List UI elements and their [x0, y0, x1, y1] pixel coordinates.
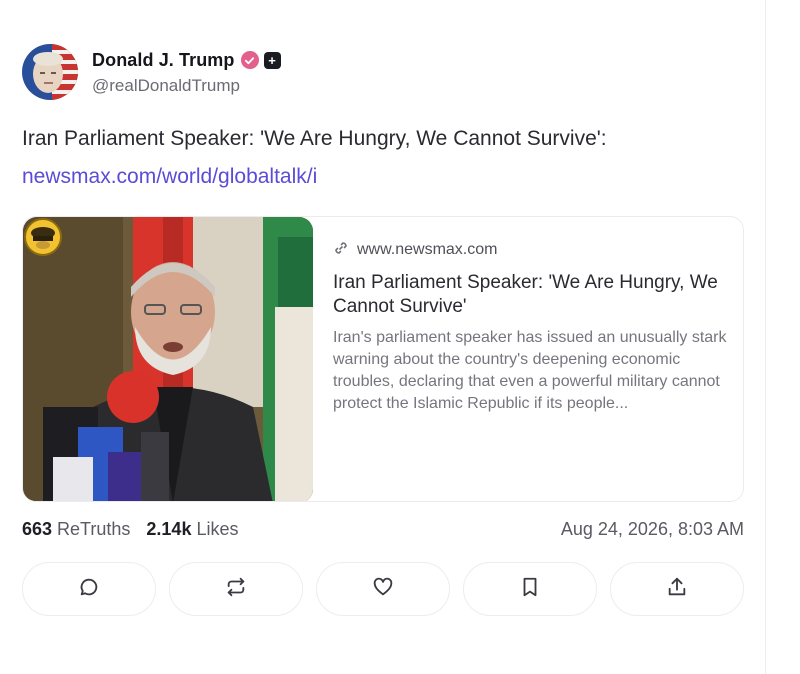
link-domain: www.newsmax.com	[357, 241, 498, 258]
retruth-button[interactable]	[169, 562, 303, 616]
share-button[interactable]	[610, 562, 744, 616]
action-bar	[22, 562, 744, 618]
post-card: Donald J. Trump + @realDonaldTrump Iran …	[0, 0, 766, 674]
bookmark-button[interactable]	[463, 562, 597, 616]
handle[interactable]: @realDonaldTrump	[92, 76, 281, 96]
overlay-avatar-icon	[23, 217, 63, 257]
domain-row: www.newsmax.com	[333, 239, 728, 261]
link-description: Iran's parliament speaker has issued an …	[333, 329, 727, 412]
name-row: Donald J. Trump +	[92, 48, 281, 72]
link-preview-image	[23, 217, 313, 501]
link-preview-body: www.newsmax.com Iran Parliament Speaker:…	[333, 239, 728, 415]
link-preview-card[interactable]: www.newsmax.com Iran Parliament Speaker:…	[22, 216, 744, 502]
heart-icon	[372, 576, 394, 603]
share-icon	[666, 576, 688, 603]
display-name[interactable]: Donald J. Trump	[92, 50, 235, 71]
likes-count[interactable]: 2.14k	[146, 519, 191, 540]
like-button[interactable]	[316, 562, 450, 616]
repost-icon	[225, 576, 247, 603]
post-timestamp: Aug 24, 2026, 8:03 AM	[560, 518, 744, 539]
likes-label[interactable]: Likes	[196, 519, 238, 540]
post-stats: 663 ReTruths 2.14k Likes Aug 24, 2026, 8…	[22, 517, 744, 541]
link-icon	[333, 240, 349, 261]
author-info: Donald J. Trump + @realDonaldTrump	[92, 48, 281, 96]
post-text: Iran Parliament Speaker: 'We Are Hungry,…	[22, 127, 607, 150]
bookmark-icon	[519, 576, 541, 603]
post-link[interactable]: newsmax.com/world/globaltalk/i	[22, 165, 317, 189]
post-header: Donald J. Trump + @realDonaldTrump	[22, 42, 281, 102]
verified-check-icon	[240, 51, 259, 69]
link-title: Iran Parliament Speaker: 'We Are Hungry,…	[333, 272, 718, 317]
avatar[interactable]	[22, 44, 78, 100]
retruths-count[interactable]: 663	[22, 519, 52, 540]
reply-button[interactable]	[22, 562, 156, 616]
plus-badge-icon: +	[263, 51, 281, 69]
retruths-label[interactable]: ReTruths	[57, 519, 130, 540]
comment-icon	[78, 576, 100, 603]
